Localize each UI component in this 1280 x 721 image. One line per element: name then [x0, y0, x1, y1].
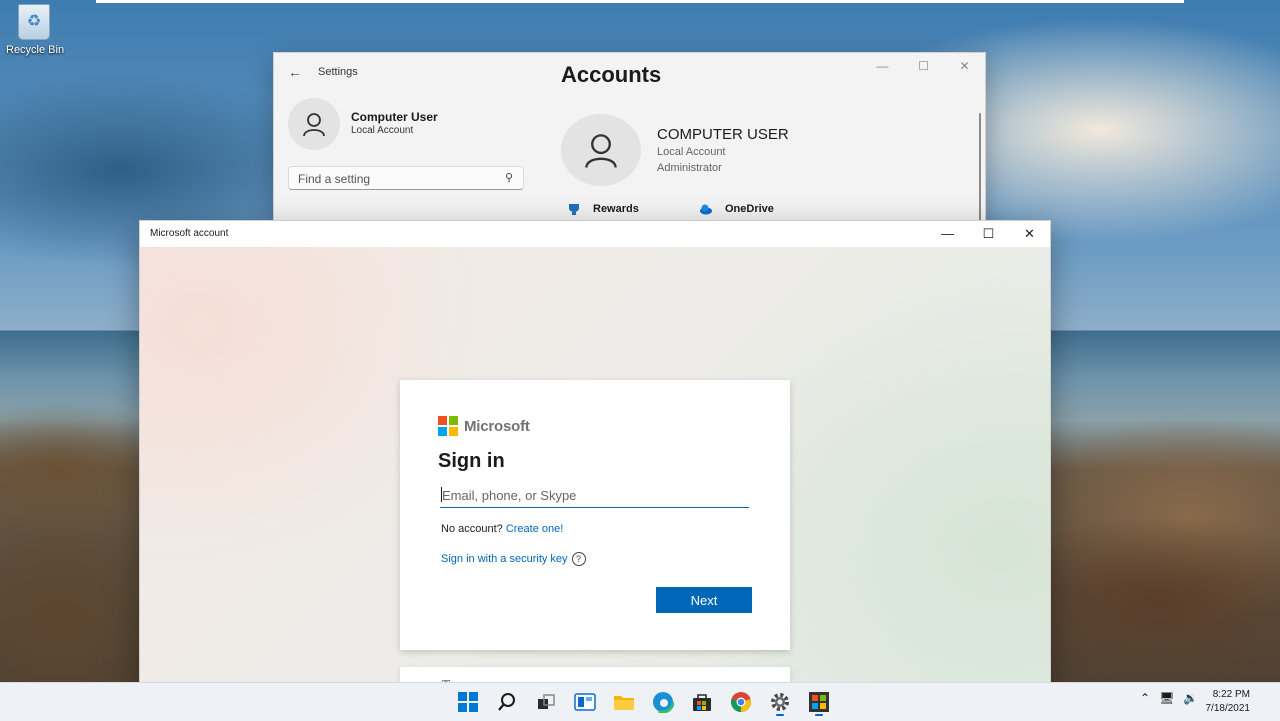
recycle-bin-icon [18, 4, 50, 40]
microsoft-brand: Microsoft [464, 417, 530, 435]
file-explorer-icon[interactable] [608, 687, 640, 717]
no-account-row: No account? Create one! [441, 523, 563, 535]
windows-start-icon[interactable] [452, 687, 484, 717]
msa-background: Microsoft Sign in No account? Create one… [140, 247, 1050, 691]
sidebar-avatar[interactable] [288, 98, 340, 150]
chevron-up-icon[interactable]: ⌃ [1140, 691, 1150, 705]
email-field[interactable] [440, 484, 749, 508]
profile-account-type: Local Account [657, 146, 726, 158]
volume-icon[interactable]: 🔉 [1183, 691, 1198, 705]
task-view-icon[interactable] [530, 687, 562, 717]
edge-browser-icon[interactable] [647, 687, 679, 717]
logo-yellow-square [449, 427, 458, 436]
minimize-icon[interactable]: — [927, 221, 968, 247]
person-icon [303, 113, 325, 137]
text-caret [441, 487, 442, 502]
recycle-bin-label: Recycle Bin [6, 44, 65, 56]
search-icon[interactable] [491, 687, 523, 717]
minimize-icon[interactable]: — [862, 53, 903, 81]
sign-in-heading: Sign in [438, 450, 505, 472]
microsoft-account-window: Microsoft account — ☐ ✕ Microsoft Sign i… [139, 220, 1051, 692]
msa-window-title: Microsoft account [150, 228, 229, 239]
logo-red-square [438, 416, 447, 425]
profile-role: Administrator [657, 162, 722, 174]
back-arrow-icon[interactable]: ← [288, 64, 302, 80]
onedrive-label: OneDrive [725, 203, 774, 215]
maximize-icon[interactable]: ☐ [903, 53, 944, 81]
search-icon: ⚲ [504, 172, 513, 184]
close-icon[interactable]: ✕ [1009, 221, 1050, 247]
page-title: Accounts [561, 62, 662, 87]
search-placeholder: Find a setting [298, 172, 371, 186]
microsoft-logo-icon [438, 416, 458, 436]
close-icon[interactable]: ✕ [944, 53, 985, 81]
clock-time: 8:22 PM [1212, 689, 1250, 700]
profile-avatar[interactable] [561, 114, 641, 186]
logo-blue-square [438, 427, 447, 436]
logo-green-square [449, 416, 458, 425]
onedrive-cloud-icon [700, 204, 712, 215]
person-icon [585, 134, 617, 168]
create-account-link[interactable]: Create one! [506, 523, 563, 535]
recycle-bin-shortcut[interactable]: Recycle Bin [6, 4, 65, 56]
rewards-label: Rewards [593, 203, 639, 215]
sidebar-user-name: Computer User [351, 110, 438, 124]
taskbar-clock[interactable]: 8:22 PM 7/18/2021 [1206, 688, 1251, 716]
no-account-text: No account? [441, 523, 503, 535]
taskbar-apps [452, 687, 835, 717]
msa-title-bar[interactable]: Microsoft account — ☐ ✕ [140, 221, 1050, 247]
sign-in-card: Microsoft Sign in No account? Create one… [400, 380, 790, 650]
help-question-icon[interactable]: ? [571, 552, 586, 566]
next-button[interactable]: Next [656, 587, 752, 613]
taskbar: ⌃ 🖥 🔉 8:22 PM 7/18/2021 [0, 682, 1280, 721]
security-key-label: Sign in with a security key [441, 553, 568, 565]
microsoft-account-app-icon[interactable] [803, 687, 835, 717]
settings-window-controls: — ☐ ✕ [862, 53, 985, 81]
network-icon[interactable]: 🖥 [1159, 691, 1174, 705]
find-setting-search[interactable]: Find a setting ⚲ [288, 166, 524, 190]
settings-gear-icon[interactable] [764, 687, 796, 717]
microsoft-logo: Microsoft [438, 416, 530, 436]
settings-title: Settings [318, 66, 358, 78]
sidebar-account-type: Local Account [351, 125, 414, 136]
store-icon[interactable] [686, 687, 718, 717]
msa-window-controls: — ☐ ✕ [927, 221, 1050, 247]
widgets-icon[interactable] [569, 687, 601, 717]
rewards-trophy-icon [569, 204, 579, 215]
clock-date: 7/18/2021 [1205, 703, 1251, 714]
maximize-icon[interactable]: ☐ [968, 221, 1009, 247]
top-edge-bar [96, 0, 1184, 3]
system-tray: ⌃ 🖥 🔉 [1140, 691, 1198, 705]
onedrive-link[interactable]: OneDrive [699, 203, 774, 215]
profile-name: COMPUTER USER [657, 126, 789, 143]
security-key-link[interactable]: Sign in with a security key ? [441, 552, 586, 566]
chrome-icon[interactable] [725, 687, 757, 717]
rewards-link[interactable]: Rewards [567, 203, 639, 215]
